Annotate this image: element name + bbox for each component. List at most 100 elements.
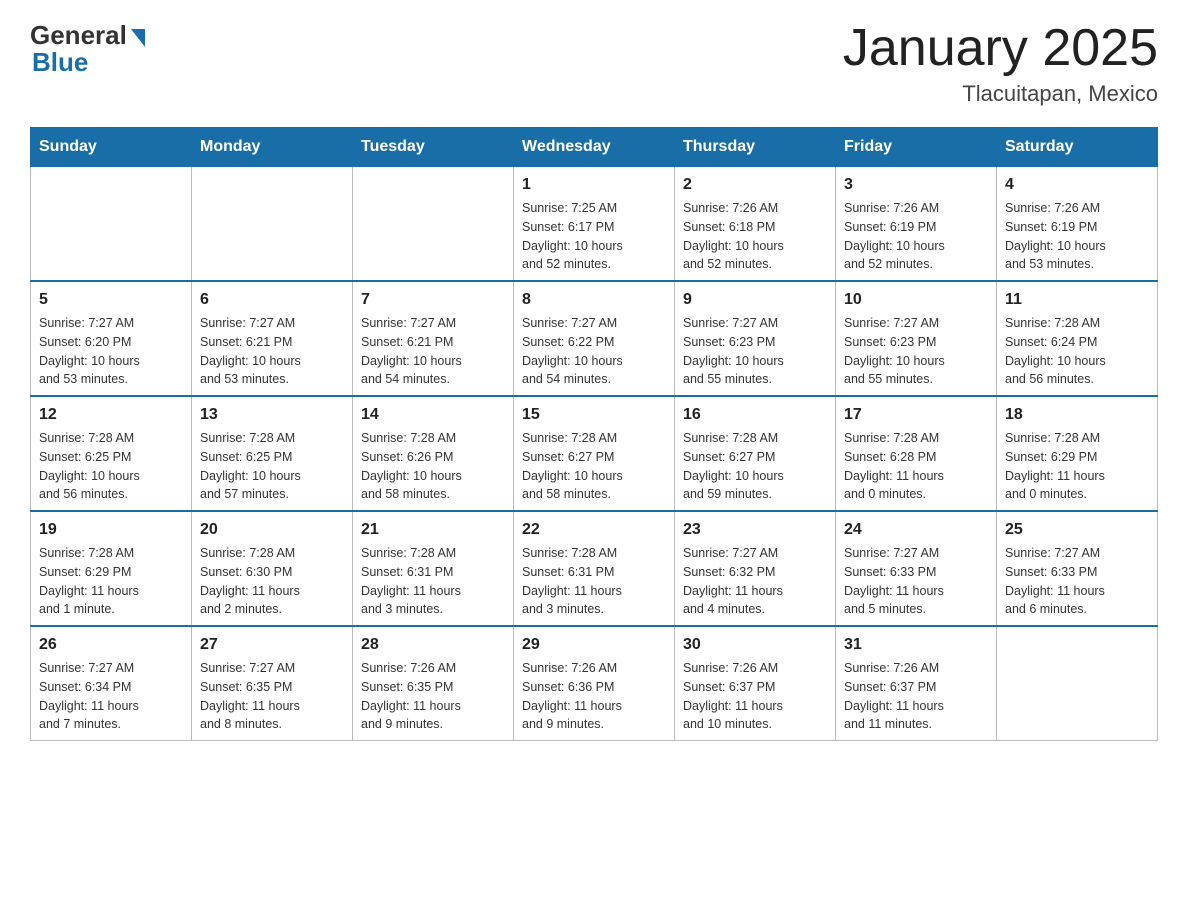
calendar-cell: 27Sunrise: 7:27 AMSunset: 6:35 PMDayligh… [192, 626, 353, 741]
calendar-title: January 2025 [843, 20, 1158, 77]
day-number: 25 [1005, 518, 1149, 542]
week-row-5: 26Sunrise: 7:27 AMSunset: 6:34 PMDayligh… [31, 626, 1158, 741]
day-number: 7 [361, 288, 505, 312]
calendar-cell: 28Sunrise: 7:26 AMSunset: 6:35 PMDayligh… [353, 626, 514, 741]
day-info: Sunrise: 7:27 AMSunset: 6:32 PMDaylight:… [683, 544, 827, 619]
day-info: Sunrise: 7:27 AMSunset: 6:23 PMDaylight:… [683, 314, 827, 389]
day-number: 4 [1005, 173, 1149, 197]
calendar-cell: 22Sunrise: 7:28 AMSunset: 6:31 PMDayligh… [514, 511, 675, 626]
day-info: Sunrise: 7:26 AMSunset: 6:37 PMDaylight:… [683, 659, 827, 734]
calendar-cell: 21Sunrise: 7:28 AMSunset: 6:31 PMDayligh… [353, 511, 514, 626]
day-number: 20 [200, 518, 344, 542]
day-number: 19 [39, 518, 183, 542]
week-row-2: 5Sunrise: 7:27 AMSunset: 6:20 PMDaylight… [31, 281, 1158, 396]
day-number: 10 [844, 288, 988, 312]
calendar-cell: 26Sunrise: 7:27 AMSunset: 6:34 PMDayligh… [31, 626, 192, 741]
day-number: 15 [522, 403, 666, 427]
day-info: Sunrise: 7:26 AMSunset: 6:35 PMDaylight:… [361, 659, 505, 734]
calendar-cell: 14Sunrise: 7:28 AMSunset: 6:26 PMDayligh… [353, 396, 514, 511]
day-number: 29 [522, 633, 666, 657]
calendar-cell: 31Sunrise: 7:26 AMSunset: 6:37 PMDayligh… [836, 626, 997, 741]
calendar-cell: 8Sunrise: 7:27 AMSunset: 6:22 PMDaylight… [514, 281, 675, 396]
calendar-cell: 15Sunrise: 7:28 AMSunset: 6:27 PMDayligh… [514, 396, 675, 511]
calendar-cell: 7Sunrise: 7:27 AMSunset: 6:21 PMDaylight… [353, 281, 514, 396]
calendar-cell: 2Sunrise: 7:26 AMSunset: 6:18 PMDaylight… [675, 167, 836, 282]
calendar-cell [997, 626, 1158, 741]
day-number: 12 [39, 403, 183, 427]
day-number: 3 [844, 173, 988, 197]
day-number: 14 [361, 403, 505, 427]
calendar-cell: 4Sunrise: 7:26 AMSunset: 6:19 PMDaylight… [997, 167, 1158, 282]
logo: General Blue [30, 20, 145, 78]
day-number: 31 [844, 633, 988, 657]
calendar-cell [353, 167, 514, 282]
day-number: 8 [522, 288, 666, 312]
day-info: Sunrise: 7:27 AMSunset: 6:23 PMDaylight:… [844, 314, 988, 389]
day-info: Sunrise: 7:27 AMSunset: 6:21 PMDaylight:… [200, 314, 344, 389]
calendar-cell: 24Sunrise: 7:27 AMSunset: 6:33 PMDayligh… [836, 511, 997, 626]
day-info: Sunrise: 7:28 AMSunset: 6:25 PMDaylight:… [39, 429, 183, 504]
calendar-cell: 13Sunrise: 7:28 AMSunset: 6:25 PMDayligh… [192, 396, 353, 511]
day-info: Sunrise: 7:28 AMSunset: 6:29 PMDaylight:… [39, 544, 183, 619]
day-info: Sunrise: 7:27 AMSunset: 6:34 PMDaylight:… [39, 659, 183, 734]
day-number: 21 [361, 518, 505, 542]
day-number: 17 [844, 403, 988, 427]
day-info: Sunrise: 7:28 AMSunset: 6:31 PMDaylight:… [522, 544, 666, 619]
day-info: Sunrise: 7:25 AMSunset: 6:17 PMDaylight:… [522, 199, 666, 274]
calendar-subtitle: Tlacuitapan, Mexico [843, 81, 1158, 107]
page-header: General Blue January 2025 Tlacuitapan, M… [30, 20, 1158, 107]
day-info: Sunrise: 7:28 AMSunset: 6:28 PMDaylight:… [844, 429, 988, 504]
day-info: Sunrise: 7:28 AMSunset: 6:31 PMDaylight:… [361, 544, 505, 619]
calendar-cell: 3Sunrise: 7:26 AMSunset: 6:19 PMDaylight… [836, 167, 997, 282]
day-info: Sunrise: 7:26 AMSunset: 6:19 PMDaylight:… [844, 199, 988, 274]
calendar-cell: 6Sunrise: 7:27 AMSunset: 6:21 PMDaylight… [192, 281, 353, 396]
week-row-1: 1Sunrise: 7:25 AMSunset: 6:17 PMDaylight… [31, 167, 1158, 282]
day-number: 30 [683, 633, 827, 657]
day-info: Sunrise: 7:27 AMSunset: 6:35 PMDaylight:… [200, 659, 344, 734]
day-info: Sunrise: 7:28 AMSunset: 6:25 PMDaylight:… [200, 429, 344, 504]
calendar-cell: 5Sunrise: 7:27 AMSunset: 6:20 PMDaylight… [31, 281, 192, 396]
day-info: Sunrise: 7:27 AMSunset: 6:20 PMDaylight:… [39, 314, 183, 389]
day-info: Sunrise: 7:26 AMSunset: 6:18 PMDaylight:… [683, 199, 827, 274]
day-number: 18 [1005, 403, 1149, 427]
day-number: 28 [361, 633, 505, 657]
day-info: Sunrise: 7:26 AMSunset: 6:36 PMDaylight:… [522, 659, 666, 734]
day-info: Sunrise: 7:26 AMSunset: 6:37 PMDaylight:… [844, 659, 988, 734]
calendar-cell: 12Sunrise: 7:28 AMSunset: 6:25 PMDayligh… [31, 396, 192, 511]
days-header-row: SundayMondayTuesdayWednesdayThursdayFrid… [31, 128, 1158, 167]
calendar-cell: 19Sunrise: 7:28 AMSunset: 6:29 PMDayligh… [31, 511, 192, 626]
day-number: 5 [39, 288, 183, 312]
day-header-sunday: Sunday [31, 128, 192, 167]
day-info: Sunrise: 7:26 AMSunset: 6:19 PMDaylight:… [1005, 199, 1149, 274]
calendar-cell: 25Sunrise: 7:27 AMSunset: 6:33 PMDayligh… [997, 511, 1158, 626]
logo-blue-text: Blue [32, 47, 88, 78]
day-info: Sunrise: 7:28 AMSunset: 6:30 PMDaylight:… [200, 544, 344, 619]
day-number: 27 [200, 633, 344, 657]
day-info: Sunrise: 7:27 AMSunset: 6:21 PMDaylight:… [361, 314, 505, 389]
day-info: Sunrise: 7:27 AMSunset: 6:33 PMDaylight:… [1005, 544, 1149, 619]
day-header-monday: Monday [192, 128, 353, 167]
calendar-cell: 1Sunrise: 7:25 AMSunset: 6:17 PMDaylight… [514, 167, 675, 282]
calendar-cell: 9Sunrise: 7:27 AMSunset: 6:23 PMDaylight… [675, 281, 836, 396]
calendar-cell: 11Sunrise: 7:28 AMSunset: 6:24 PMDayligh… [997, 281, 1158, 396]
day-info: Sunrise: 7:28 AMSunset: 6:29 PMDaylight:… [1005, 429, 1149, 504]
week-row-3: 12Sunrise: 7:28 AMSunset: 6:25 PMDayligh… [31, 396, 1158, 511]
day-header-saturday: Saturday [997, 128, 1158, 167]
day-info: Sunrise: 7:27 AMSunset: 6:22 PMDaylight:… [522, 314, 666, 389]
calendar-cell: 20Sunrise: 7:28 AMSunset: 6:30 PMDayligh… [192, 511, 353, 626]
day-number: 16 [683, 403, 827, 427]
day-number: 26 [39, 633, 183, 657]
day-number: 23 [683, 518, 827, 542]
day-number: 6 [200, 288, 344, 312]
calendar-cell: 30Sunrise: 7:26 AMSunset: 6:37 PMDayligh… [675, 626, 836, 741]
day-info: Sunrise: 7:28 AMSunset: 6:27 PMDaylight:… [522, 429, 666, 504]
calendar-cell: 16Sunrise: 7:28 AMSunset: 6:27 PMDayligh… [675, 396, 836, 511]
day-header-tuesday: Tuesday [353, 128, 514, 167]
day-header-wednesday: Wednesday [514, 128, 675, 167]
day-info: Sunrise: 7:28 AMSunset: 6:27 PMDaylight:… [683, 429, 827, 504]
calendar-cell: 18Sunrise: 7:28 AMSunset: 6:29 PMDayligh… [997, 396, 1158, 511]
title-block: January 2025 Tlacuitapan, Mexico [843, 20, 1158, 107]
calendar-cell: 29Sunrise: 7:26 AMSunset: 6:36 PMDayligh… [514, 626, 675, 741]
day-info: Sunrise: 7:28 AMSunset: 6:24 PMDaylight:… [1005, 314, 1149, 389]
calendar-cell [31, 167, 192, 282]
